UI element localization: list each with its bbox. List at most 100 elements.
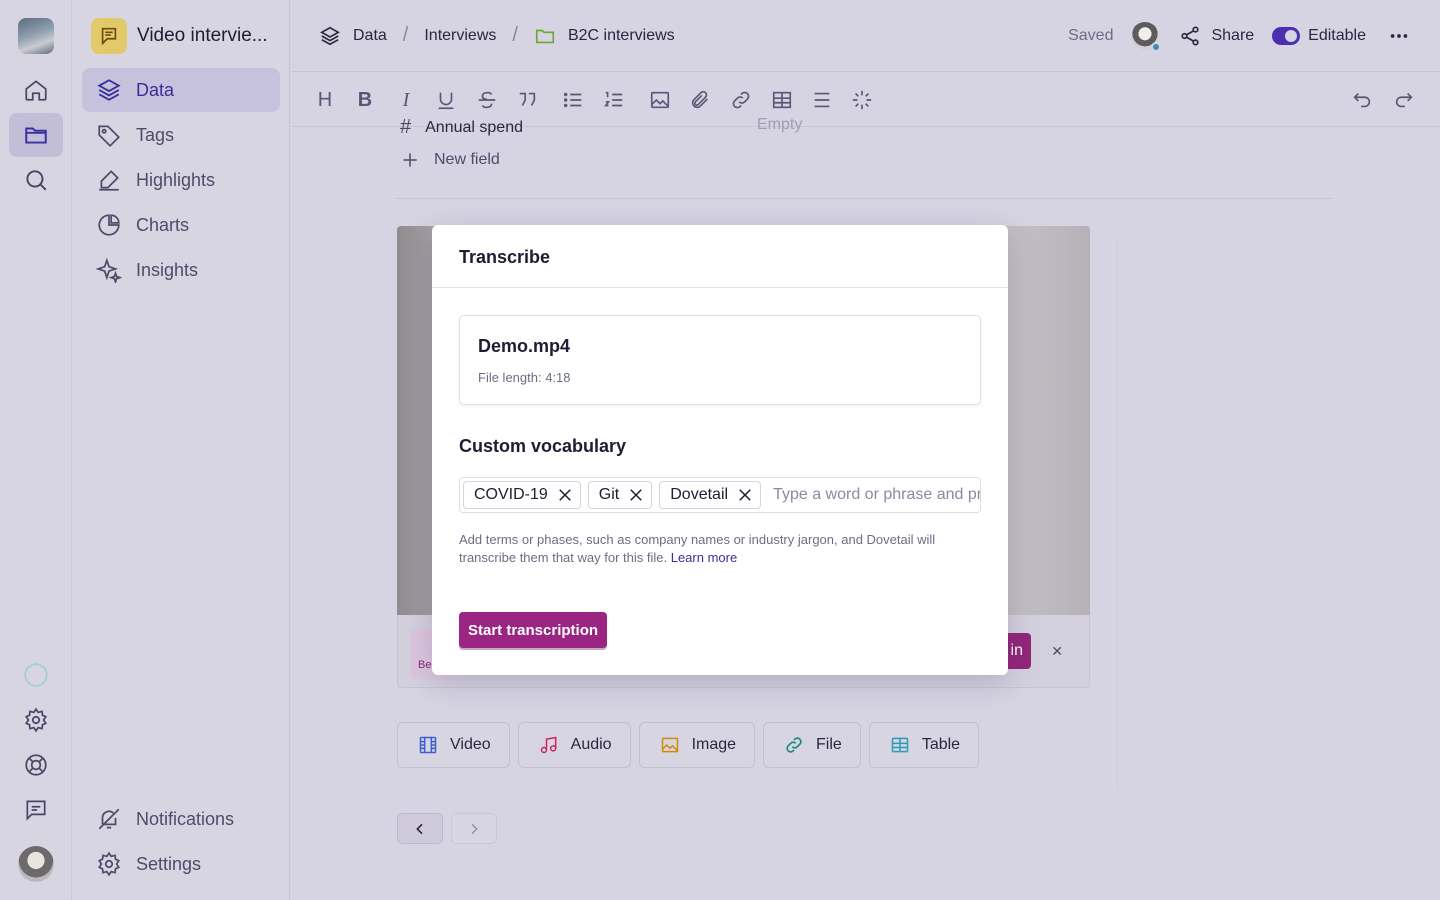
more-options-icon[interactable] — [1388, 25, 1410, 47]
magic-button[interactable] — [849, 87, 875, 113]
previous-page-button[interactable] — [397, 813, 443, 844]
transcribe-button-label: in — [1010, 642, 1023, 659]
new-field-button[interactable]: New field — [400, 150, 500, 170]
numbered-list-button[interactable] — [601, 87, 627, 113]
speech-bubble-icon — [91, 18, 127, 54]
close-icon[interactable]: ✕ — [1051, 643, 1063, 660]
insert-table-button[interactable] — [769, 87, 795, 113]
vocab-chip: Dovetail — [659, 481, 762, 509]
bullet-list-button[interactable] — [560, 87, 586, 113]
user-avatar[interactable] — [18, 846, 54, 882]
editable-toggle[interactable] — [1272, 27, 1301, 45]
chevron-right-icon — [471, 823, 478, 834]
breadcrumb-separator: / — [402, 24, 409, 46]
online-indicator — [1151, 42, 1162, 52]
start-transcription-button[interactable]: Start transcription — [459, 612, 608, 648]
button-label: Table — [921, 736, 961, 753]
share-label: Share — [1211, 27, 1255, 44]
strikethrough-icon — [478, 91, 496, 109]
insert-image-button[interactable] — [647, 87, 673, 113]
help-lifebuoy-icon[interactable] — [9, 743, 63, 787]
top-bar: Data / Interviews / B2C interviews Saved… — [291, 0, 1440, 72]
learn-more-link[interactable]: Learn more — [671, 550, 737, 565]
remove-chip-icon[interactable] — [556, 486, 574, 504]
table-icon — [891, 737, 909, 753]
sidebar-item-highlights[interactable]: Highlights — [82, 158, 280, 202]
custom-vocabulary-heading: Custom vocabulary — [459, 436, 627, 456]
project-sidebar: Video intervie... Data Tags Highlights C… — [73, 0, 290, 900]
folder-icon[interactable] — [9, 113, 63, 157]
vocab-chip: Git — [587, 481, 653, 509]
music-icon — [540, 736, 557, 754]
sidebar-item-data[interactable]: Data — [82, 68, 280, 112]
insert-link-button[interactable] — [728, 87, 754, 113]
sidebar-item-charts[interactable]: Charts — [82, 203, 280, 247]
film-icon — [419, 736, 437, 754]
vocabulary-help-text: Add terms or phases, such as company nam… — [459, 531, 981, 567]
link-icon — [786, 737, 802, 753]
folder-icon — [535, 29, 555, 43]
breadcrumb-separator: / — [512, 24, 518, 46]
layers-icon — [320, 26, 340, 45]
vocabulary-input[interactable] — [773, 486, 980, 504]
attach-file-button[interactable] — [687, 87, 713, 113]
strikethrough-button[interactable] — [474, 87, 500, 113]
next-page-button[interactable] — [451, 813, 497, 844]
bullet-list-icon — [563, 92, 582, 108]
insert-video-button[interactable]: Video — [397, 722, 510, 768]
layers-icon — [97, 79, 121, 101]
breadcrumb-label: Interviews — [424, 26, 497, 44]
collaborator-avatar[interactable] — [1131, 22, 1162, 52]
pagination — [397, 813, 497, 844]
save-status: Saved — [1068, 27, 1114, 44]
file-length: File length: 4:18 — [478, 370, 571, 385]
field-annual-spend[interactable]: # Annual spend — [400, 116, 523, 139]
italic-button[interactable]: I — [393, 87, 419, 113]
redo-icon — [1395, 92, 1413, 108]
field-value[interactable]: Empty — [757, 116, 802, 134]
workspace-logo[interactable] — [18, 18, 54, 54]
sparkles-icon — [96, 257, 122, 283]
breadcrumb-label: Data — [353, 26, 387, 44]
hash-icon: # — [400, 116, 412, 138]
divider — [1117, 240, 1118, 790]
button-label: Image — [691, 736, 737, 753]
bold-button[interactable]: B — [352, 87, 378, 113]
media-insert-buttons: Video Audio Image File Table — [397, 722, 980, 768]
divider-button[interactable] — [809, 87, 835, 113]
search-icon[interactable] — [9, 158, 63, 202]
sidebar-item-notifications[interactable]: Notifications — [82, 797, 280, 841]
home-icon[interactable] — [9, 68, 63, 112]
file-card: Demo.mp4 File length: 4:18 — [459, 315, 981, 405]
vocab-chip: COVID-19 — [463, 481, 581, 509]
editable-label: Editable — [1308, 27, 1366, 44]
gear-icon[interactable] — [9, 698, 63, 742]
feedback-chat-icon[interactable] — [9, 788, 63, 832]
remove-chip-icon[interactable] — [736, 486, 754, 504]
breadcrumb-data[interactable]: Data — [319, 25, 387, 47]
image-icon — [661, 737, 678, 753]
remove-chip-icon[interactable] — [627, 486, 645, 504]
italic-icon: I — [402, 88, 410, 111]
insert-table-button[interactable]: Table — [868, 722, 980, 768]
breadcrumb-interviews[interactable]: Interviews — [424, 27, 496, 45]
heading-button[interactable]: H — [312, 87, 338, 113]
app-rail — [0, 0, 72, 900]
sidebar-item-tags[interactable]: Tags — [82, 113, 280, 157]
insert-file-button[interactable]: File — [763, 722, 861, 768]
share-button[interactable]: Share — [1179, 25, 1254, 47]
underline-button[interactable] — [433, 87, 459, 113]
breadcrumb-b2c-interviews[interactable]: B2C interviews — [534, 25, 675, 47]
undo-button[interactable] — [1349, 87, 1375, 113]
sidebar-item-settings[interactable]: Settings — [82, 842, 280, 886]
insert-audio-button[interactable]: Audio — [517, 722, 631, 768]
paperclip-icon — [691, 90, 708, 109]
insert-image-button[interactable]: Image — [638, 722, 756, 768]
highlighter-icon — [99, 170, 119, 191]
sidebar-item-label: Tags — [136, 124, 175, 145]
quote-button[interactable] — [514, 87, 540, 113]
redo-button[interactable] — [1391, 87, 1417, 113]
sidebar-item-insights[interactable]: Insights — [82, 248, 280, 292]
project-header[interactable]: Video intervie... — [91, 18, 272, 54]
vocabulary-input-box[interactable]: COVID-19 Git Dovetail — [459, 477, 981, 513]
